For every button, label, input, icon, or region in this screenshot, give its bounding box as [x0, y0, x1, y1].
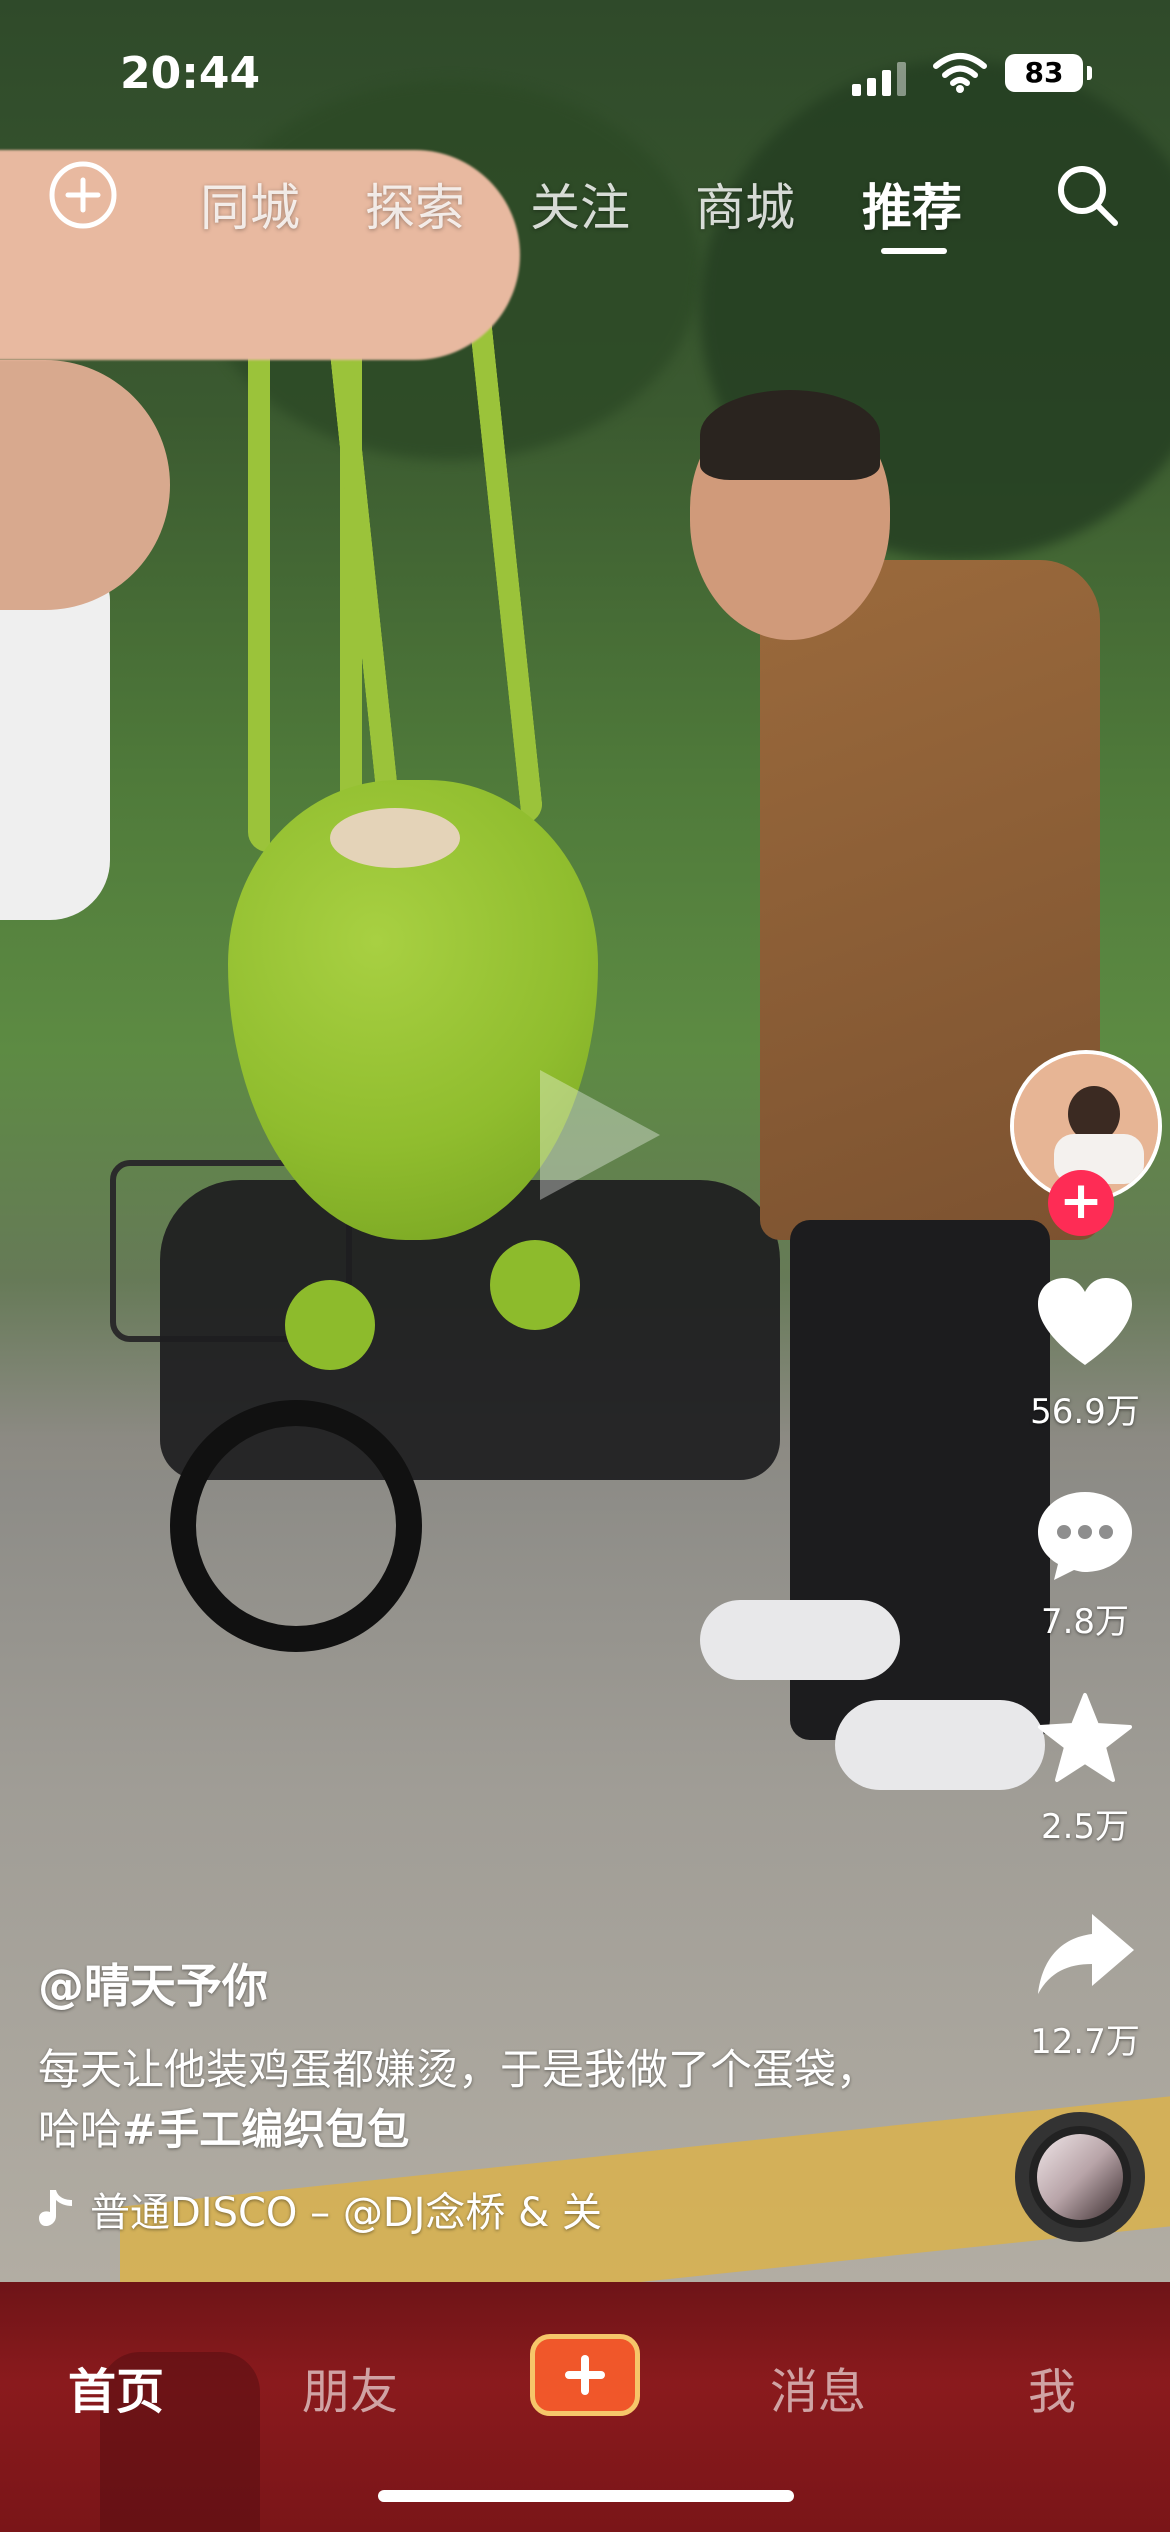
share-icon[interactable] — [1030, 1900, 1140, 2010]
status-time: 20:44 — [120, 48, 261, 99]
home-indicator[interactable] — [378, 2490, 794, 2502]
play-icon[interactable] — [520, 1060, 670, 1210]
tab-mall[interactable]: 商城 — [695, 168, 795, 240]
heart-icon[interactable] — [1030, 1270, 1140, 1380]
music-cover — [1037, 2134, 1123, 2220]
person-hair — [700, 390, 880, 480]
bag-tassel-left — [285, 1280, 375, 1370]
comment-icon[interactable] — [1030, 1480, 1140, 1590]
video-player[interactable] — [0, 0, 1170, 2282]
hand-thumb — [0, 360, 170, 610]
like-count: 56.9万 — [1030, 1392, 1140, 1432]
create-button[interactable] — [530, 2334, 640, 2416]
wifi-icon — [933, 53, 987, 93]
signal-icon — [852, 62, 906, 96]
nav-home[interactable]: 首页 — [68, 2352, 164, 2422]
share-action[interactable]: 12.7万 — [1000, 1900, 1170, 2063]
tab-local[interactable]: 同城 — [200, 168, 300, 240]
star-icon[interactable] — [1030, 1685, 1140, 1795]
tab-following[interactable]: 关注 — [530, 168, 630, 240]
person-shoe-left — [700, 1600, 900, 1680]
search-icon[interactable] — [1052, 160, 1122, 230]
nav-me[interactable]: 我 — [1028, 2352, 1076, 2422]
plus-icon — [565, 2355, 605, 2395]
nav-messages[interactable]: 消息 — [770, 2352, 866, 2422]
music-info[interactable]: 普通DISCO – @DJ念桥 & 关 — [38, 2180, 638, 2238]
post-description: 每天让他装鸡蛋都嫌烫，于是我做了个蛋袋，哈哈#手工编织包包 — [38, 2040, 878, 2160]
post-username[interactable]: @晴天予你 — [38, 1950, 268, 2016]
like-action[interactable]: 56.9万 — [1000, 1270, 1170, 1433]
comment-action[interactable]: 7.8万 — [1000, 1480, 1170, 1643]
music-title: 普通DISCO – @DJ念桥 & 关 — [90, 2190, 603, 2236]
favorite-action[interactable]: 2.5万 — [1000, 1685, 1170, 1848]
comment-count: 7.8万 — [1040, 1602, 1130, 1642]
bag-tassel-right — [490, 1240, 580, 1330]
status-bar: 20:44 83 — [0, 0, 1170, 150]
egg — [330, 808, 460, 868]
active-tab-indicator — [881, 248, 947, 254]
add-circle-icon[interactable] — [48, 160, 118, 230]
music-disc[interactable] — [1015, 2112, 1145, 2242]
tab-recommend[interactable]: 推荐 — [862, 168, 962, 240]
white-sleeve — [0, 560, 110, 920]
top-nav: 同城 探索 关注 商城 推荐 — [0, 160, 1170, 270]
hashtag-link[interactable]: #手工编织包包 — [122, 2105, 409, 2154]
music-note-icon — [39, 2190, 72, 2226]
tab-explore[interactable]: 探索 — [365, 168, 465, 240]
battery-tip — [1087, 66, 1092, 80]
nav-friends[interactable]: 朋友 — [302, 2352, 398, 2422]
follow-button[interactable]: + — [1048, 1170, 1114, 1236]
share-count: 12.7万 — [1030, 2022, 1140, 2062]
battery-indicator: 83 — [1005, 54, 1083, 92]
bike-wheel — [170, 1400, 422, 1652]
favorite-count: 2.5万 — [1040, 1807, 1130, 1847]
